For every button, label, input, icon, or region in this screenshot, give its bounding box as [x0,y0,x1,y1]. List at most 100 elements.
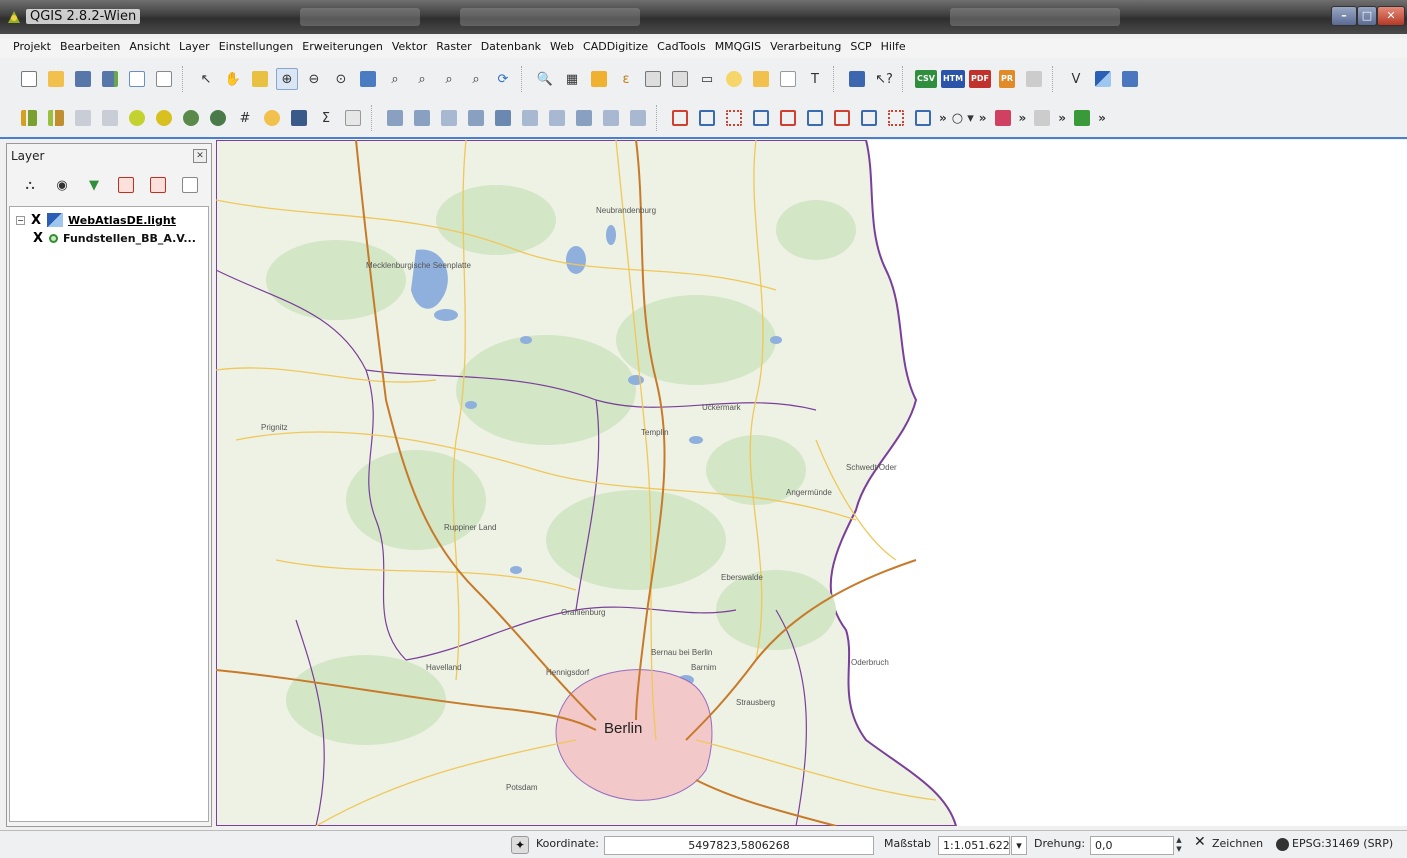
menu-bearbeiten[interactable]: Bearbeiten [57,38,126,58]
layer-row[interactable]: X Fundstellen_BB_A.V... [10,229,208,247]
zoom-in-button[interactable]: ⊕ [276,68,298,90]
move-feature-button[interactable] [180,107,202,129]
statistics-button[interactable] [288,107,310,129]
cadtools-7[interactable] [831,107,853,129]
cadtools-3[interactable] [723,107,745,129]
refresh-button[interactable]: ⟳ [492,68,514,90]
cad-tool-4[interactable] [465,107,487,129]
digitize-tool-1[interactable] [18,107,40,129]
cadtools-1[interactable] [669,107,691,129]
cad-tool-3[interactable] [438,107,460,129]
cadtools-6[interactable] [804,107,826,129]
cad-tool-8[interactable] [573,107,595,129]
menu-verarbeitung[interactable]: Verarbeitung [767,38,847,58]
add-feature-button[interactable] [153,107,175,129]
maximize-button[interactable]: □ [1357,6,1377,26]
cadtools-2[interactable] [696,107,718,129]
open-layer-styling-button[interactable]: ⛬ [19,174,41,196]
table-tool-button[interactable] [342,107,364,129]
menu-datenbank[interactable]: Datenbank [478,38,547,58]
toolbar-overflow[interactable]: » [1058,111,1066,125]
identify-button[interactable]: 🔍 [534,68,556,90]
attribute-table-button[interactable] [642,68,664,90]
cad-tool-1[interactable] [384,107,406,129]
htm-button[interactable]: HTM [940,68,966,90]
help-button[interactable] [846,68,868,90]
add-raster-button[interactable] [1092,68,1114,90]
menu-scp[interactable]: SCP [847,38,877,58]
open-project-button[interactable] [45,68,67,90]
scale-dropdown-icon[interactable]: ▾ [1011,836,1027,855]
zoom-out-button[interactable]: ⊖ [303,68,325,90]
csv-button[interactable]: CSV [915,68,937,90]
coordinate-field[interactable]: 5497823,5806268 [604,836,874,855]
sum-button[interactable]: Σ [315,107,337,129]
text-annotation-button[interactable]: T [804,68,826,90]
save-as-button[interactable] [99,68,121,90]
cadtools-4[interactable] [750,107,772,129]
label-button[interactable] [261,107,283,129]
render-checkbox-icon[interactable]: ✕ [1194,834,1206,850]
grid-button[interactable]: # [234,107,256,129]
show-bookmarks-button[interactable] [777,68,799,90]
collapse-all-button[interactable] [147,174,169,196]
plugin-tool-button[interactable] [992,107,1014,129]
cad-tool-9[interactable] [600,107,622,129]
close-button[interactable]: ✕ [1377,6,1405,26]
toolbar-overflow[interactable]: » [1098,111,1106,125]
menu-web[interactable]: Web [547,38,580,58]
crs-status[interactable]: EPSG:31469 (SRP) [1292,837,1393,850]
pan-button[interactable]: ✋ [222,68,244,90]
map-canvas[interactable]: Neubrandenburg Mecklenburgische Seenplat… [216,140,1407,826]
disabled-button[interactable] [1023,68,1045,90]
layer-name[interactable]: Fundstellen_BB_A.V... [63,232,196,245]
toolbar-overflow[interactable]: » [939,111,947,125]
touch-button[interactable]: ↖ [195,68,217,90]
zoom-native-button[interactable]: ⊙ [330,68,352,90]
new-bookmark-button[interactable] [750,68,772,90]
toolbar-overflow[interactable]: » [1019,111,1027,125]
cadtools-5[interactable] [777,107,799,129]
label-tool-button[interactable] [1031,107,1053,129]
crs-globe-icon[interactable] [1276,838,1289,851]
pdf-button[interactable]: PDF [969,68,991,90]
cad-tool-2[interactable] [411,107,433,129]
node-tool-button[interactable] [207,107,229,129]
pr-button[interactable]: PR [996,68,1018,90]
menu-ansicht[interactable]: Ansicht [126,38,176,58]
menu-projekt[interactable]: Projekt [10,38,57,58]
scale-combobox[interactable]: 1:1.051.622 [938,836,1010,855]
map-tips-button[interactable] [723,68,745,90]
toolbar-overflow[interactable]: » [979,111,987,125]
digitize-tool-3[interactable] [72,107,94,129]
map-svg[interactable]: Neubrandenburg Mecklenburgische Seenplat… [216,140,1407,826]
layer-visibility-checkbox[interactable]: X [32,231,44,246]
collapse-icon[interactable]: − [16,215,25,225]
cad-tool-7[interactable] [546,107,568,129]
shape-dropdown[interactable]: ○ ▾ [952,107,974,129]
new-project-button[interactable] [18,68,40,90]
pan-to-selection-button[interactable] [249,68,271,90]
menu-cadtools[interactable]: CadTools [654,38,712,58]
save-project-button[interactable] [72,68,94,90]
cadtools-8[interactable] [858,107,880,129]
menu-vektor[interactable]: Vektor [389,38,433,58]
zoom-selection-button[interactable]: ⌕ [384,68,406,90]
zoom-next-button[interactable]: ⌕ [465,68,487,90]
field-calculator-button[interactable] [669,68,691,90]
rotation-spinner-icon[interactable]: ▲ ▼ [1174,836,1184,855]
cadtools-9[interactable] [885,107,907,129]
menu-erweiterungen[interactable]: Erweiterungen [299,38,389,58]
zoom-layer-button[interactable]: ⌕ [411,68,433,90]
select-button[interactable]: ▦ [561,68,583,90]
cadtools-10[interactable] [912,107,934,129]
new-vector-button[interactable]: V [1065,68,1087,90]
menu-layer[interactable]: Layer [176,38,216,58]
whats-this-button[interactable]: ↖? [873,68,895,90]
deselect-button[interactable] [588,68,610,90]
measure-button[interactable]: ▭ [696,68,718,90]
coordinate-toggle-icon[interactable]: ✦ [511,836,529,854]
filter-legend-button[interactable]: ▼ [83,174,105,196]
menu-raster[interactable]: Raster [433,38,477,58]
cad-tool-6[interactable] [519,107,541,129]
